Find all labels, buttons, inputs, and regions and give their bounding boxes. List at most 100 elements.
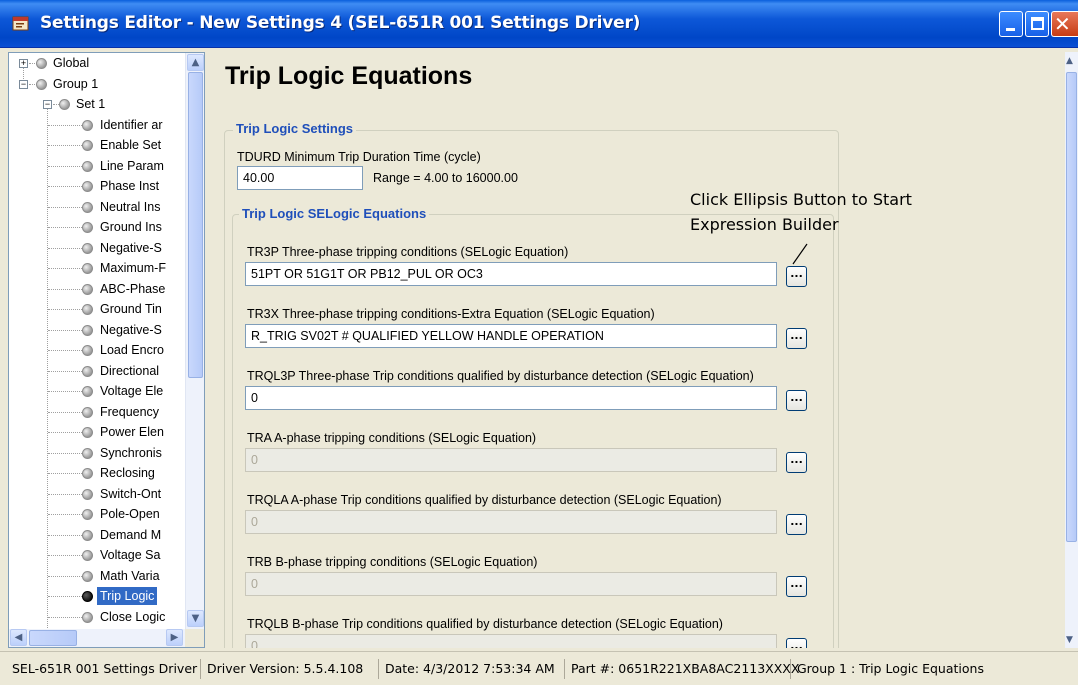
tree-item-label: Switch-Ont (100, 486, 162, 501)
tree-item-leaf[interactable]: Demand M (9, 526, 185, 546)
annotation-pointer (792, 243, 808, 265)
expander-icon[interactable]: − (19, 79, 28, 89)
tree-connector (48, 247, 82, 249)
tree-item-leaf[interactable]: Close Logic (9, 608, 185, 628)
tdurd-input[interactable]: 40.00 (237, 166, 363, 190)
node-icon (82, 304, 93, 315)
tree-connector (48, 145, 82, 146)
tree-item-leaf[interactable]: Enable Set (9, 136, 185, 156)
equation-label: TR3X Three-phase tripping conditions-Ext… (247, 307, 655, 321)
tree-item-root[interactable]: − Group 1 (9, 75, 185, 95)
tree-connector (48, 288, 82, 290)
node-icon (82, 509, 93, 520)
content-scroll-thumb[interactable] (1066, 72, 1077, 542)
tree-item-leaf[interactable]: Reclosing (9, 464, 185, 484)
tdurd-label: TDURD Minimum Trip Duration Time (cycle) (237, 150, 481, 164)
tree-item-leaf[interactable]: Directional (9, 362, 185, 382)
status-bar: SEL-651R 001 Settings Driver Driver Vers… (0, 651, 1078, 685)
equation-input[interactable]: R_TRIG SV02T # QUALIFIED YELLOW HANDLE O… (245, 324, 777, 348)
tree-item-leaf[interactable]: Trip Logic (9, 587, 185, 607)
tree-item-label: Group 1 (53, 76, 99, 91)
tree-item-label-selected: Trip Logic (97, 587, 158, 605)
title-bar: Settings Editor - New Settings 4 (SEL-65… (0, 0, 1078, 48)
tree-scroll-thumb[interactable] (188, 72, 203, 378)
node-icon (82, 468, 93, 479)
settings-tree[interactable]: + Global − Group 1− Set 1 Identifier ar Enable… (8, 52, 205, 648)
tree-item-leaf[interactable]: Neutral Ins (9, 198, 185, 218)
tree-item-leaf[interactable]: Math Varia (9, 567, 185, 587)
tree-item-leaf[interactable]: Maximum-F (9, 259, 185, 279)
node-icon (82, 591, 93, 602)
tree-item-leaf[interactable]: Switch-Ont (9, 485, 185, 505)
scroll-down-icon[interactable]: ▼ (187, 610, 204, 627)
tree-item-leaf[interactable]: Voltage Ele (9, 382, 185, 402)
tree-item-label: Negative-S (100, 240, 162, 255)
tree-connector (48, 596, 82, 597)
tree-item-leaf[interactable]: ABC-Phase (9, 280, 185, 300)
tree-item-root[interactable]: + Global (9, 54, 185, 74)
equation-input[interactable]: 51PT OR 51G1T OR PB12_PUL OR OC3 (245, 262, 777, 286)
tree-item-label: Close Logic (100, 609, 166, 624)
node-icon (36, 78, 47, 90)
node-icon (82, 386, 93, 397)
page-title: Trip Logic Equations (225, 62, 473, 90)
equation-input[interactable]: 0 (245, 386, 777, 410)
scroll-left-icon[interactable]: ◀ (10, 629, 27, 646)
expression-builder-button[interactable]: ... (786, 328, 807, 349)
annotation-line-1: Click Ellipsis Button to Start (690, 190, 912, 209)
content-scroll-up-icon[interactable]: ▲ (1066, 56, 1073, 66)
tree-connector (29, 63, 35, 64)
expression-builder-button[interactable]: ... (786, 266, 807, 287)
tree-item-leaf[interactable]: Voltage Sa (9, 546, 185, 566)
tree-item-leaf[interactable]: Ground Ins (9, 218, 185, 238)
tree-item-leaf[interactable]: Negative-S (9, 321, 185, 341)
content-vertical-scrollbar[interactable]: ▲ ▼ (1065, 52, 1078, 648)
tree-item-leaf[interactable]: Ground Tin (9, 300, 185, 320)
tree-item-leaf[interactable]: Pole-Open (9, 505, 185, 525)
tree-item-label: Voltage Sa (100, 548, 161, 562)
node-icon (82, 242, 93, 254)
tree-hscroll-thumb[interactable] (29, 630, 77, 646)
tree-item-leaf[interactable]: Synchronis (9, 444, 185, 464)
tree-item-leaf[interactable]: Identifier ar (9, 116, 185, 136)
tree-item-leaf[interactable]: Power Elen (9, 423, 185, 443)
app-icon (12, 16, 29, 31)
expander-icon[interactable]: − (43, 100, 52, 109)
tree-connector (48, 227, 82, 228)
expander-icon[interactable]: + (19, 59, 28, 68)
equation-label: TRA A-phase tripping conditions (SELogic… (247, 431, 537, 445)
node-icon (82, 488, 93, 500)
window-title: Settings Editor - New Settings 4 (SEL-65… (40, 13, 641, 33)
tree-item-set[interactable]: − Set 1 (9, 95, 185, 115)
tree-item-leaf[interactable]: Line Param (9, 157, 185, 177)
tree-item-leaf[interactable]: Load Encro (9, 341, 185, 361)
tree-vertical-scrollbar[interactable]: ▲ ▼ (185, 53, 204, 629)
tree-item-label: ABC-Phase (100, 281, 166, 296)
tree-item-leaf[interactable]: Phase Inst (9, 177, 185, 197)
tree-item-label: Pole-Open (100, 507, 160, 521)
tree-item-leaf[interactable]: Frequency (9, 403, 185, 423)
expression-builder-button[interactable]: ... (786, 390, 807, 411)
status-version: Driver Version: 5.5.4.108 (201, 659, 379, 679)
tree-item-label: Maximum-F (100, 261, 166, 275)
tree-item-label: Phase Inst (100, 179, 160, 193)
expression-builder-button[interactable]: ... (786, 452, 807, 473)
status-location: Group 1 : Trip Logic Equations (797, 661, 984, 676)
scroll-up-icon[interactable]: ▲ (187, 54, 204, 71)
scroll-right-icon[interactable]: ▶ (166, 629, 183, 646)
tree-item-leaf[interactable]: Negative-S (9, 239, 185, 259)
tree-connector (48, 186, 82, 187)
tree-connector (48, 391, 82, 392)
tree-horizontal-scrollbar[interactable]: ◀ ▶ (9, 629, 185, 647)
expression-builder-button[interactable]: ... (786, 638, 807, 648)
expression-builder-button[interactable]: ... (786, 576, 807, 597)
maximize-button[interactable] (1025, 11, 1049, 37)
minimize-button[interactable] (999, 11, 1023, 37)
node-icon (82, 365, 93, 377)
tree-item-label: Set 1 (76, 97, 106, 111)
close-button[interactable]: ✕ (1051, 11, 1078, 37)
tree-connector (48, 514, 82, 515)
content-scroll-down-icon[interactable]: ▼ (1066, 635, 1073, 645)
tree-item-label: Math Varia (100, 568, 160, 583)
expression-builder-button[interactable]: ... (786, 514, 807, 535)
